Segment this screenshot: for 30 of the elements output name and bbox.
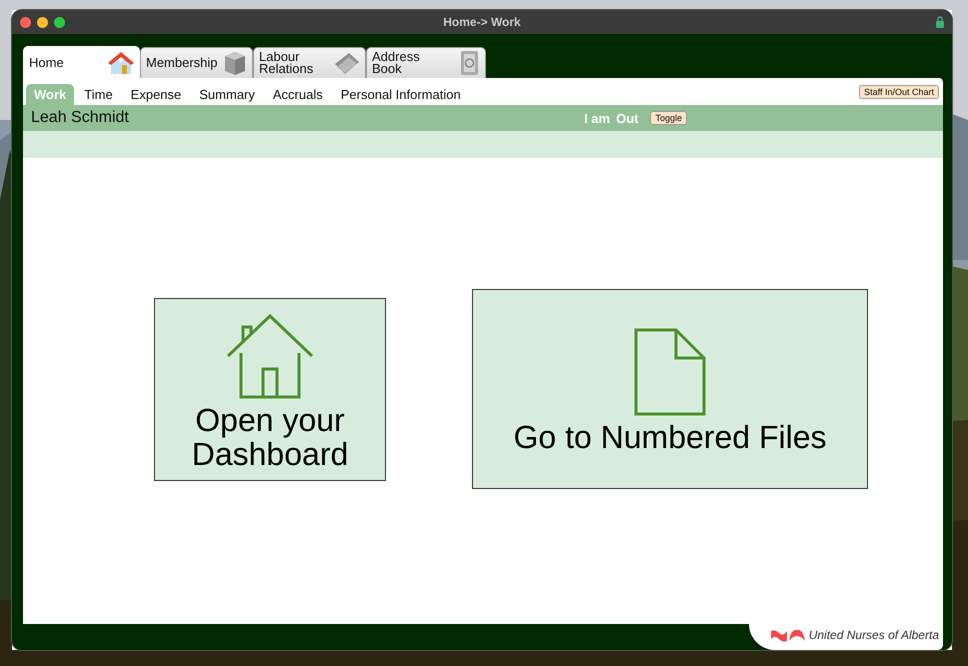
toggle-button[interactable]: Toggle <box>650 111 687 125</box>
cube-icon <box>222 50 248 76</box>
document-icon <box>634 328 706 416</box>
main-tab[interactable]: Home <box>23 46 140 78</box>
card-label: Open your Dashboard <box>190 402 350 470</box>
logo-icon <box>770 627 805 643</box>
user-name: Leah Schmidt <box>31 109 129 127</box>
sub-tab[interactable]: Time <box>76 84 121 105</box>
logo-text: United Nurses of Alberta <box>808 628 939 642</box>
window-title: Home-> Work <box>442 15 522 29</box>
zoom-button[interactable] <box>54 16 65 28</box>
close-button[interactable] <box>20 16 31 28</box>
staff-chart-button[interactable]: Staff In/Out Chart <box>859 85 939 99</box>
status-label: I am <box>584 110 610 126</box>
folder-icon <box>333 50 361 76</box>
sub-tab[interactable]: Accruals <box>264 84 331 105</box>
sub-tab[interactable]: Summary <box>191 84 263 105</box>
sub-tab[interactable]: Expense <box>122 84 190 105</box>
house-icon <box>225 312 315 398</box>
main-tab[interactable]: Membership <box>140 47 253 78</box>
action-card[interactable]: Go to Numbered Files <box>472 289 868 489</box>
lock-icon <box>936 16 944 28</box>
minimize-button[interactable] <box>37 16 48 28</box>
card-label: Go to Numbered Files <box>513 420 826 454</box>
action-card[interactable]: Open your Dashboard <box>154 298 386 480</box>
main-tab[interactable]: Address Book <box>366 47 486 78</box>
house-icon <box>107 50 135 76</box>
main-tab[interactable]: Labour Relations <box>253 47 366 78</box>
status-value: Out <box>616 110 638 126</box>
sub-tab[interactable]: Personal Information <box>332 84 469 105</box>
